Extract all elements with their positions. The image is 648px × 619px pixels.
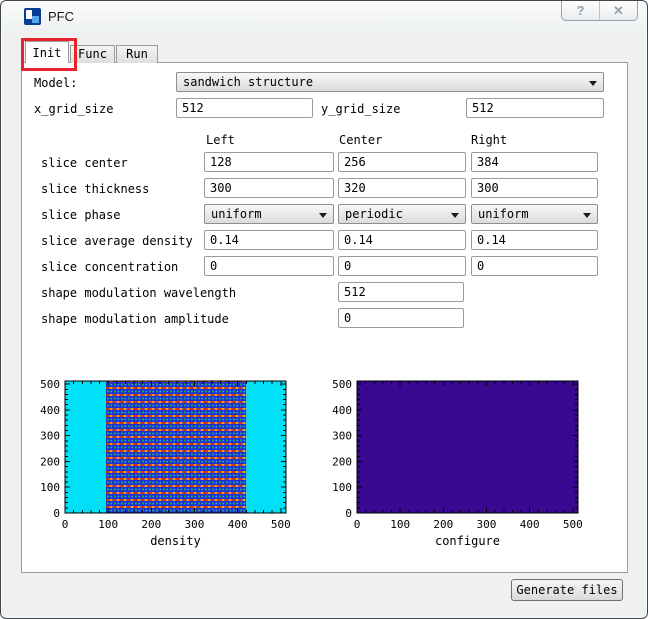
slice-average-density-input-left[interactable] bbox=[204, 230, 334, 250]
slice-thickness-input-left[interactable] bbox=[204, 178, 334, 198]
svg-text:100: 100 bbox=[40, 481, 60, 494]
slice-concentration-input-right[interactable] bbox=[471, 256, 598, 276]
density-plot: 0 100 200 300 400 500 0 100 200 300 400 500 density bbox=[29, 373, 299, 551]
combo-value: uniform bbox=[478, 207, 529, 221]
column-header-center: Center bbox=[339, 133, 382, 147]
model-select[interactable]: sandwich structure bbox=[176, 72, 604, 92]
svg-text:400: 400 bbox=[40, 404, 60, 417]
svg-text:300: 300 bbox=[477, 518, 497, 531]
app-icon-shape2 bbox=[32, 16, 39, 23]
slice-phase-select-left[interactable]: uniform bbox=[204, 204, 334, 224]
close-button[interactable]: ✕ bbox=[599, 1, 637, 20]
svg-text:100: 100 bbox=[390, 518, 410, 531]
app-icon bbox=[24, 8, 41, 25]
pfc-dialog: PFC ? ✕ Init Func Run Model: sandwich st… bbox=[0, 0, 648, 619]
svg-text:500: 500 bbox=[40, 378, 60, 391]
svg-text:400: 400 bbox=[332, 404, 352, 417]
svg-text:500: 500 bbox=[271, 518, 291, 531]
slice-concentration-label: slice concentration bbox=[41, 260, 178, 274]
slice-phase-select-right[interactable]: uniform bbox=[471, 204, 598, 224]
model-select-value: sandwich structure bbox=[183, 75, 313, 89]
slice-thickness-label: slice thickness bbox=[41, 182, 149, 196]
svg-text:300: 300 bbox=[332, 430, 352, 443]
svg-text:100: 100 bbox=[332, 481, 352, 494]
combo-value: uniform bbox=[211, 207, 262, 221]
svg-text:400: 400 bbox=[520, 518, 540, 531]
slice-center-input-center[interactable] bbox=[338, 152, 466, 172]
slice-center-input-left[interactable] bbox=[204, 152, 334, 172]
svg-text:0: 0 bbox=[345, 507, 352, 520]
generate-files-button[interactable]: Generate files bbox=[511, 579, 623, 601]
slice-thickness-input-center[interactable] bbox=[338, 178, 466, 198]
slice-center-input-right[interactable] bbox=[471, 152, 598, 172]
tab-run[interactable]: Run bbox=[116, 45, 158, 63]
slice-average-density-label: slice average density bbox=[41, 234, 193, 248]
svg-text:configure: configure bbox=[435, 534, 500, 548]
chevron-down-icon bbox=[319, 213, 327, 218]
svg-text:0: 0 bbox=[62, 518, 69, 531]
slice-center-label: slice center bbox=[41, 156, 128, 170]
chevron-down-icon bbox=[589, 81, 597, 86]
slice-phase-label: slice phase bbox=[41, 208, 120, 222]
shape-modulation-wavelength-input[interactable] bbox=[338, 282, 464, 302]
svg-text:200: 200 bbox=[332, 455, 352, 468]
svg-text:0: 0 bbox=[53, 507, 60, 520]
chevron-down-icon bbox=[583, 213, 591, 218]
configure-plot: 0 100 200 300 400 500 0 100 200 300 400 500 configur… bbox=[321, 373, 591, 551]
model-label: Model: bbox=[34, 76, 77, 90]
slice-average-density-input-right[interactable] bbox=[471, 230, 598, 250]
y-grid-size-label: y_grid_size bbox=[321, 102, 400, 116]
svg-text:500: 500 bbox=[563, 518, 583, 531]
shape-modulation-wavelength-label: shape modulation wavelength bbox=[41, 286, 236, 300]
svg-text:200: 200 bbox=[141, 518, 161, 531]
combo-value: periodic bbox=[345, 207, 403, 221]
caption-buttons: ? ✕ bbox=[561, 1, 638, 21]
svg-text:200: 200 bbox=[433, 518, 453, 531]
slice-average-density-input-center[interactable] bbox=[338, 230, 466, 250]
svg-text:300: 300 bbox=[185, 518, 205, 531]
window-title: PFC bbox=[48, 9, 74, 24]
shape-modulation-amplitude-input[interactable] bbox=[338, 308, 464, 328]
svg-text:300: 300 bbox=[40, 430, 60, 443]
y-grid-size-input[interactable] bbox=[466, 98, 604, 118]
slice-concentration-input-left[interactable] bbox=[204, 256, 334, 276]
svg-text:400: 400 bbox=[228, 518, 248, 531]
chevron-down-icon bbox=[451, 213, 459, 218]
svg-text:200: 200 bbox=[40, 455, 60, 468]
help-button[interactable]: ? bbox=[562, 1, 599, 20]
column-header-right: Right bbox=[471, 133, 507, 147]
tab-func[interactable]: Func bbox=[70, 45, 115, 63]
title-bar[interactable]: PFC ? ✕ bbox=[1, 1, 647, 31]
slice-phase-select-center[interactable]: periodic bbox=[338, 204, 466, 224]
slice-thickness-input-right[interactable] bbox=[471, 178, 598, 198]
column-header-left: Left bbox=[206, 133, 235, 147]
slice-concentration-input-center[interactable] bbox=[338, 256, 466, 276]
svg-text:100: 100 bbox=[98, 518, 118, 531]
svg-text:0: 0 bbox=[354, 518, 361, 531]
x-grid-size-label: x_grid_size bbox=[34, 102, 113, 116]
svg-text:500: 500 bbox=[332, 378, 352, 391]
svg-text:density: density bbox=[150, 534, 201, 548]
tab-init[interactable]: Init bbox=[25, 41, 69, 63]
shape-modulation-amplitude-label: shape modulation amplitude bbox=[41, 312, 229, 326]
x-grid-size-input[interactable] bbox=[176, 98, 313, 118]
